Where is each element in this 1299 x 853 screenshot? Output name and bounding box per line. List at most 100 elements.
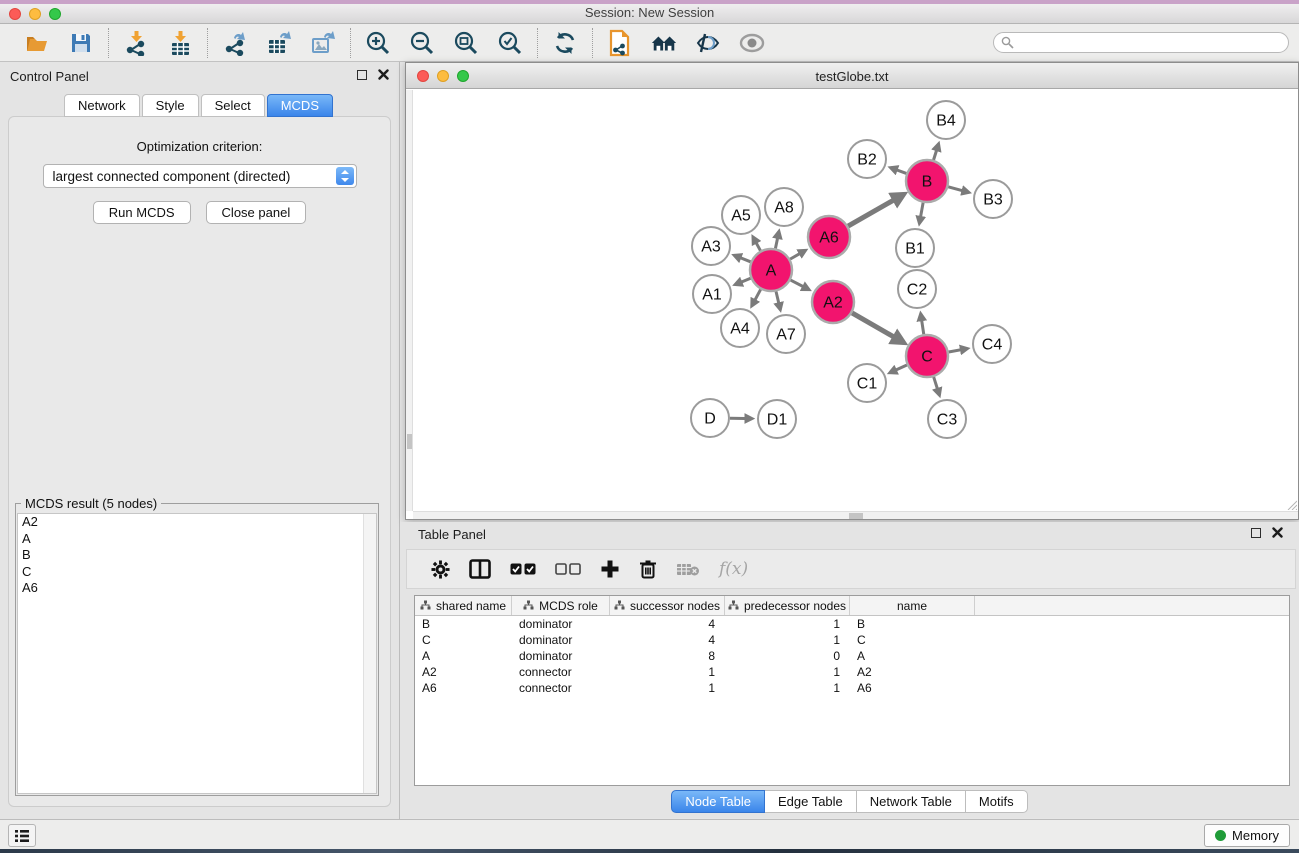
- delete-table-icon[interactable]: [676, 562, 700, 577]
- node-C[interactable]: C: [906, 335, 948, 377]
- table-row[interactable]: A6connector11A6: [415, 680, 1289, 696]
- column-header-predecessor-nodes[interactable]: predecessor nodes: [725, 596, 850, 615]
- cell-predecessor-nodes[interactable]: 1: [725, 616, 850, 632]
- cell-predecessor-nodes[interactable]: 1: [725, 632, 850, 648]
- cell-MCDS-role[interactable]: connector: [512, 680, 610, 696]
- cell-successor-nodes[interactable]: 8: [610, 648, 725, 664]
- node-table-body[interactable]: Bdominator41BCdominator41CAdominator80AA…: [415, 616, 1289, 696]
- node-C1[interactable]: C1: [848, 364, 886, 402]
- close-table-panel-icon[interactable]: [1272, 527, 1283, 538]
- refresh-view-icon[interactable]: [551, 29, 579, 57]
- delete-column-icon[interactable]: [639, 559, 657, 579]
- cell-name[interactable]: B: [850, 616, 975, 632]
- node-A1[interactable]: A1: [693, 275, 731, 313]
- node-table-header[interactable]: shared nameMCDS rolesuccessor nodesprede…: [415, 596, 1289, 616]
- cell-MCDS-role[interactable]: dominator: [512, 632, 610, 648]
- node-C4[interactable]: C4: [973, 325, 1011, 363]
- column-layout-icon[interactable]: [469, 559, 491, 579]
- export-network-icon[interactable]: [221, 29, 249, 57]
- mcds-result-list[interactable]: A2ABCA6: [17, 513, 377, 794]
- close-panel-icon[interactable]: [378, 69, 389, 80]
- add-column-icon[interactable]: [600, 559, 620, 579]
- column-header-shared-name[interactable]: shared name: [415, 596, 512, 615]
- result-item[interactable]: A: [18, 531, 376, 548]
- node-A3[interactable]: A3: [692, 227, 730, 265]
- edge-A-A7[interactable]: [776, 291, 780, 309]
- node-B[interactable]: B: [906, 160, 948, 202]
- resize-grip-icon[interactable]: [1285, 498, 1297, 510]
- column-header-MCDS-role[interactable]: MCDS role: [512, 596, 610, 615]
- node-B3[interactable]: B3: [974, 180, 1012, 218]
- hide-panels-icon[interactable]: [694, 29, 722, 57]
- edge-C-C1[interactable]: [890, 365, 907, 373]
- node-B2[interactable]: B2: [848, 140, 886, 178]
- result-item[interactable]: C: [18, 564, 376, 581]
- node-A5[interactable]: A5: [722, 196, 760, 234]
- node-C3[interactable]: C3: [928, 400, 966, 438]
- close-panel-button[interactable]: Close panel: [206, 201, 307, 224]
- deselect-all-icon[interactable]: [555, 563, 581, 575]
- column-header-name[interactable]: name: [850, 596, 975, 615]
- table-row[interactable]: Cdominator41C: [415, 632, 1289, 648]
- result-item[interactable]: B: [18, 547, 376, 564]
- open-recent-icon[interactable]: [650, 29, 678, 57]
- cell-MCDS-role[interactable]: connector: [512, 664, 610, 680]
- zoom-out-icon[interactable]: [408, 29, 436, 57]
- cell-name[interactable]: A: [850, 648, 975, 664]
- table-row[interactable]: Adominator80A: [415, 648, 1289, 664]
- cell-predecessor-nodes[interactable]: 1: [725, 680, 850, 696]
- show-panels-icon[interactable]: [738, 29, 766, 57]
- task-history-button[interactable]: [8, 824, 36, 847]
- cell-shared-name[interactable]: B: [415, 616, 512, 632]
- cell-successor-nodes[interactable]: 1: [610, 680, 725, 696]
- tab-mcds[interactable]: MCDS: [267, 94, 333, 117]
- zoom-in-icon[interactable]: [364, 29, 392, 57]
- node-D1[interactable]: D1: [758, 400, 796, 438]
- export-image-icon[interactable]: [309, 29, 337, 57]
- cell-predecessor-nodes[interactable]: 0: [725, 648, 850, 664]
- cell-predecessor-nodes[interactable]: 1: [725, 664, 850, 680]
- node-D[interactable]: D: [691, 399, 729, 437]
- network-horizontal-scrollbar[interactable]: [413, 511, 1298, 519]
- edge-A-A3[interactable]: [734, 255, 750, 262]
- memory-button[interactable]: Memory: [1204, 824, 1290, 847]
- horizontal-scroll-thumb[interactable]: [849, 513, 863, 519]
- cell-name[interactable]: A2: [850, 664, 975, 680]
- edge-A-A1[interactable]: [735, 278, 750, 284]
- node-A2[interactable]: A2: [812, 281, 854, 323]
- settings-icon[interactable]: [431, 560, 450, 579]
- new-session-icon[interactable]: [606, 29, 634, 57]
- edge-A-A2[interactable]: [791, 280, 809, 290]
- tab-select[interactable]: Select: [201, 94, 265, 117]
- cell-successor-nodes[interactable]: 4: [610, 616, 725, 632]
- select-all-icon[interactable]: [510, 563, 536, 575]
- run-mcds-button[interactable]: Run MCDS: [93, 201, 191, 224]
- cell-MCDS-role[interactable]: dominator: [512, 616, 610, 632]
- edge-B-B4[interactable]: [934, 144, 939, 160]
- edge-A-A8[interactable]: [775, 231, 779, 248]
- edge-A-A5[interactable]: [753, 237, 760, 251]
- import-network-icon[interactable]: [122, 29, 150, 57]
- cell-MCDS-role[interactable]: dominator: [512, 648, 610, 664]
- node-A[interactable]: A: [750, 249, 792, 291]
- cell-shared-name[interactable]: A2: [415, 664, 512, 680]
- cell-name[interactable]: C: [850, 632, 975, 648]
- network-vertical-scrollbar[interactable]: [406, 90, 413, 511]
- edge-A-A4[interactable]: [752, 289, 761, 306]
- import-table-icon[interactable]: [166, 29, 194, 57]
- result-item[interactable]: A6: [18, 580, 376, 597]
- cell-successor-nodes[interactable]: 1: [610, 664, 725, 680]
- network-graph[interactable]: AA1A3A4A5A7A8A6A2BB1B2B3B4CC1C2C3C4DD1: [406, 90, 1298, 513]
- node-A8[interactable]: A8: [765, 188, 803, 226]
- node-A7[interactable]: A7: [767, 315, 805, 353]
- cell-shared-name[interactable]: A6: [415, 680, 512, 696]
- table-row[interactable]: Bdominator41B: [415, 616, 1289, 632]
- cell-name[interactable]: A6: [850, 680, 975, 696]
- node-B1[interactable]: B1: [896, 229, 934, 267]
- cell-shared-name[interactable]: A: [415, 648, 512, 664]
- vertical-scroll-thumb[interactable]: [407, 434, 412, 449]
- node-table[interactable]: shared nameMCDS rolesuccessor nodesprede…: [414, 595, 1290, 786]
- node-A4[interactable]: A4: [721, 309, 759, 347]
- edge-A-A6[interactable]: [790, 250, 805, 259]
- function-builder-icon[interactable]: f(x): [719, 559, 748, 579]
